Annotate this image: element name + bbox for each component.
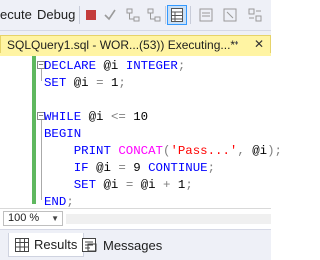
- document-tab-bar: SQLQuery1.sql - WOR...(53)) Executing...…: [0, 31, 271, 53]
- change-tracking-bar: [32, 56, 36, 204]
- code-token: ;: [185, 178, 193, 192]
- code-token: 10: [133, 110, 149, 124]
- code-token: 'Pass...': [170, 144, 238, 158]
- comment-icon[interactable]: [245, 5, 265, 25]
- code-token: 9: [133, 161, 149, 175]
- tab-messages[interactable]: Messages: [82, 233, 162, 257]
- code-token: ;: [207, 161, 216, 175]
- code-token: SET: [73, 178, 104, 192]
- code-token: CONCAT: [118, 144, 163, 158]
- stop-icon[interactable]: [81, 5, 101, 25]
- execute-button[interactable]: ecute: [0, 7, 32, 22]
- toolbar-separator: [165, 6, 166, 24]
- chevron-down-icon: ▼: [51, 214, 59, 223]
- zoom-dropdown[interactable]: 100 % ▼: [3, 211, 63, 226]
- code-token: );: [267, 144, 282, 158]
- code-token: SET: [44, 76, 74, 90]
- pin-icon[interactable]: ⬪: [235, 37, 238, 50]
- messages-icon: [82, 238, 97, 252]
- debug-button[interactable]: Debug: [37, 7, 75, 22]
- code-token: =: [96, 76, 111, 90]
- code-token: INTEGER: [125, 59, 178, 73]
- tab-sqlquery1[interactable]: SQLQuery1.sql - WOR...(53)) Executing...…: [0, 35, 271, 53]
- results-to-grid-icon[interactable]: [167, 5, 187, 25]
- code-token: =: [118, 161, 134, 175]
- results-to-text-icon[interactable]: [196, 5, 216, 25]
- code-token: @i: [103, 59, 126, 73]
- code-token: ;: [66, 195, 74, 209]
- fold-guide: [41, 69, 42, 81]
- code-token: @i: [252, 144, 268, 158]
- include-plan-icon[interactable]: [144, 5, 164, 25]
- tab-results-label: Results: [34, 237, 78, 252]
- code-token: +: [163, 178, 178, 192]
- code-lines: DECLARE @i INTEGER; SET @i = 1; WHILE @i <…: [44, 58, 282, 211]
- code-token: =: [125, 178, 141, 192]
- code-line: WHILE @i <= 10: [44, 109, 282, 126]
- code-token: ,: [237, 144, 253, 158]
- results-to-file-icon[interactable]: [220, 5, 240, 25]
- code-token: @i: [103, 178, 126, 192]
- tab-title: SQLQuery1.sql - WOR...(53)) Executing...…: [7, 38, 236, 52]
- parse-checkmark-icon[interactable]: [100, 5, 120, 25]
- code-line: BEGIN: [44, 126, 282, 143]
- display-plan-icon[interactable]: [123, 5, 143, 25]
- code-token: DECLARE: [44, 59, 104, 73]
- toolbar: ecute Debug: [0, 0, 271, 31]
- code-line: PRINT CONCAT('Pass...', @i);: [44, 143, 282, 160]
- code-token: IF: [73, 161, 97, 175]
- code-token: PRINT: [73, 144, 119, 158]
- grid-icon: [15, 237, 29, 252]
- code-token: CONTINUE: [148, 161, 208, 175]
- horizontal-scrollbar[interactable]: [66, 214, 271, 224]
- close-icon[interactable]: ✕: [254, 37, 264, 51]
- code-token: @i: [96, 161, 119, 175]
- tab-results[interactable]: Results: [8, 233, 85, 257]
- toolbar-separator: [190, 6, 191, 24]
- results-tab-bar: Results Messages: [0, 229, 271, 260]
- code-line: DECLARE @i INTEGER;: [44, 58, 282, 75]
- code-line: SET @i = @i + 1;: [44, 177, 282, 194]
- fold-guide: [41, 120, 42, 200]
- code-line: SET @i = 1;: [44, 75, 282, 92]
- code-token: ;: [177, 59, 186, 73]
- code-token: @i: [73, 76, 97, 90]
- editor-status-bar: 100 % ▼: [0, 208, 271, 229]
- code-token: @i: [140, 178, 163, 192]
- code-token: ;: [118, 76, 126, 90]
- code-line: IF @i = 9 CONTINUE;: [44, 160, 282, 177]
- editor-gutter: [0, 56, 36, 208]
- toolbar-separator: [79, 6, 80, 24]
- query-editor[interactable]: − − DECLARE @i INTEGER; SET @i = 1; WHILE …: [0, 53, 282, 209]
- code-token: WHILE: [44, 110, 89, 124]
- tab-messages-label: Messages: [103, 237, 163, 253]
- zoom-value: 100 %: [8, 212, 40, 224]
- code-token: END: [44, 195, 67, 209]
- code-token: BEGIN: [44, 127, 82, 141]
- code-token: @i: [88, 110, 111, 124]
- code-token: <=: [110, 110, 134, 124]
